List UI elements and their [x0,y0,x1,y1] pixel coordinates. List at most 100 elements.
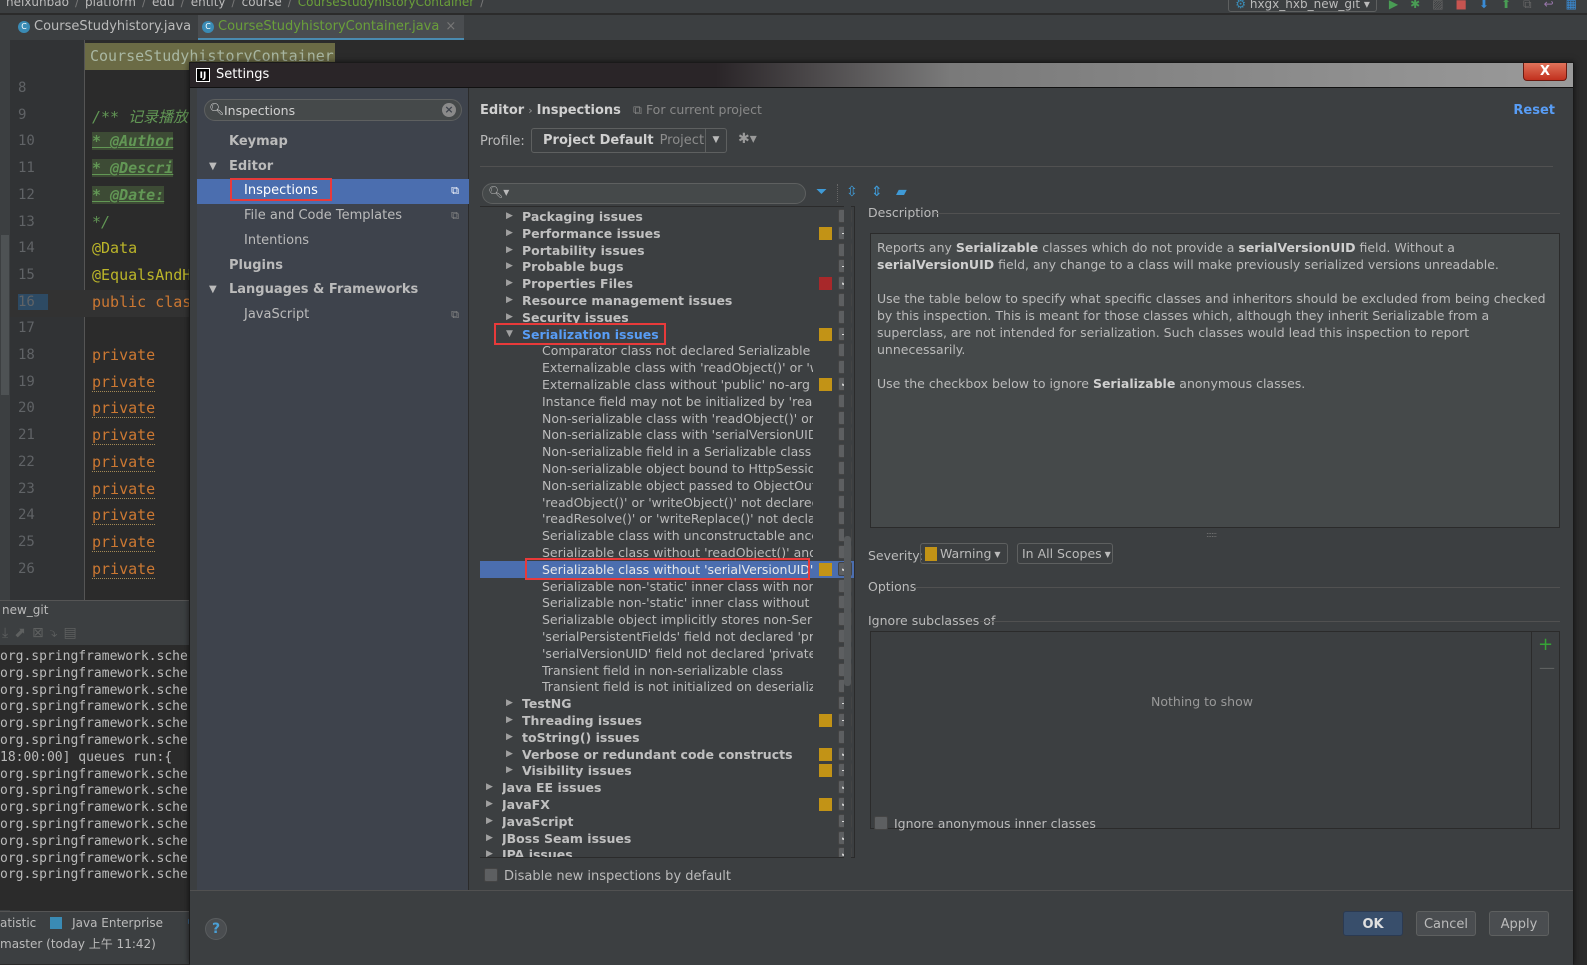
collapsed-arrow-icon[interactable]: ▶ [506,309,513,326]
sidebar-item-intentions[interactable]: Intentions [197,229,469,254]
tool-window-java-enterprise[interactable]: Java Enterprise [50,916,173,930]
sidebar-item-editor[interactable]: ▼ Editor [197,155,469,180]
breadcrumb-item[interactable]: platform [85,0,136,9]
coverage-icon[interactable]: ▨ [1432,0,1443,11]
tree-item[interactable]: Comparator class not declared Serializab… [480,342,854,359]
add-icon[interactable]: + [1538,634,1553,655]
editor-scrollbar[interactable] [1,235,9,395]
tree-item[interactable]: Non-serializable class with 'readObject(… [480,410,854,427]
tree-group[interactable]: ▶ Resource management issues [480,292,854,309]
tree-item[interactable]: 'readObject()' or 'writeObject()' not de… [480,494,854,511]
vcs-status[interactable]: master (today 上午 11:42) [0,937,156,951]
collapsed-arrow-icon[interactable]: ▶ [506,292,513,309]
cancel-button[interactable]: Cancel [1416,911,1476,936]
expand-all-icon[interactable]: ⇳ [846,184,858,200]
tree-item[interactable]: Non-serializable class with 'serialVersi… [480,426,854,443]
filter-funnel-icon[interactable]: ⏷ [816,184,827,200]
tool-window-statistic[interactable]: atistic [0,916,36,930]
tree-group[interactable]: ▶JavaFX✓ [480,796,854,813]
debug-icon[interactable]: ✱ [1410,0,1420,11]
help-button[interactable]: ? [205,918,227,940]
tree-item[interactable]: 'readResolve()' or 'writeReplace()' not … [480,510,854,527]
severity-dropdown[interactable]: Warning ▼ [920,543,1008,564]
stop-icon[interactable]: ■ [1456,0,1467,11]
tree-group[interactable]: ▶ TestNG [480,695,854,712]
collapsed-arrow-icon[interactable]: ▶ [486,846,493,857]
sidebar-item-javascript[interactable]: JavaScript ⧉ [197,303,469,328]
tree-group[interactable]: ▶Java EE issues✓ [480,779,854,796]
apply-button[interactable]: Apply [1489,911,1549,936]
layout-icon[interactable]: ▤ [64,625,83,641]
tree-item[interactable]: Externalizable class without 'public' no… [480,376,854,393]
breadcrumb-item[interactable]: edu [152,0,175,9]
breadcrumb-item[interactable]: heixunbao [6,0,69,9]
collapsed-arrow-icon[interactable]: ▶ [506,712,513,729]
sidebar-item-inspections[interactable]: Inspections ⧉ [197,179,469,205]
tree-item[interactable]: 'serialVersionUID' field not declared 'p… [480,645,854,662]
tree-item[interactable]: Non-serializable object passed to Object… [480,477,854,494]
tree-group[interactable]: ▶ Threading issues [480,712,854,729]
tree-item[interactable]: Non-serializable field in a Serializable… [480,443,854,460]
vcs-commit-icon[interactable]: ⬆ [1501,0,1511,11]
collapsed-arrow-icon[interactable]: ▶ [506,762,513,779]
editor-tab-coursestudyhistory[interactable]: C CourseStudyhistory.java× [14,15,216,40]
gear-icon[interactable]: ✱▾ [738,131,757,147]
dialog-titlebar[interactable]: IJ Settings X [190,63,1573,88]
sidebar-item-plugins[interactable]: Plugins [197,254,469,279]
tree-group[interactable]: ▶ Security issues [480,309,854,326]
sidebar-item-keymap[interactable]: Keymap [197,130,469,155]
collapsed-arrow-icon[interactable]: ▶ [506,746,513,763]
vcs-update-icon[interactable]: ⬇ [1479,0,1489,11]
collapsed-arrow-icon[interactable]: ▶ [486,813,493,830]
inspection-filter-input[interactable] [505,186,795,201]
expand-arrow-icon[interactable]: ▼ [209,278,217,302]
collapsed-arrow-icon[interactable]: ▶ [506,695,513,712]
tree-group[interactable]: ▶JBoss Seam issues✓ [480,830,854,847]
collapsed-arrow-icon[interactable]: ▶ [506,729,513,746]
tree-item[interactable]: Serializable non-'static' inner class wi… [480,594,854,611]
run-console-output[interactable]: org.springframework.sche org.springframew… [0,646,190,910]
tree-group[interactable]: ▶JPA issues✓ [480,846,854,857]
expand-arrow-icon[interactable]: ▼ [209,155,217,179]
vcs-revert-icon[interactable]: ↩ [1544,0,1554,11]
scope-dropdown[interactable]: In All Scopes ▼ [1017,543,1113,564]
tree-item[interactable]: Serializable class without 'serialVersio… [480,560,854,578]
collapsed-arrow-icon[interactable]: ▶ [506,242,513,259]
run-config-selector[interactable]: ⚙ hxgx_hxb_new_git ▾ [1228,0,1377,12]
splitter-handle[interactable]: :::::: [1206,530,1217,539]
tree-scrollbar-thumb[interactable] [844,536,851,686]
profile-dropdown[interactable]: Project Default Project ▼ [531,128,727,153]
close-button[interactable]: X [1523,63,1567,81]
collapse-all-icon[interactable]: ⇕ [871,184,883,200]
vcs-compare-icon[interactable]: ⧉ [1523,0,1532,12]
collapsed-arrow-icon[interactable]: ▶ [486,779,493,796]
sidebar-item-file-and-code-templates[interactable]: File and Code Templates ⧉ [197,204,469,229]
tree-item[interactable]: Instance field may not be initialized by… [480,393,854,410]
close-tab-icon[interactable]: × [445,19,456,34]
breadcrumb-item[interactable]: course [242,0,282,9]
sidebar-item-languages-frameworks[interactable]: ▼ Languages & Frameworks [197,278,469,303]
ignore-subclasses-table[interactable]: Nothing to show + — [870,631,1560,829]
tree-item[interactable]: Non-serializable object bound to HttpSes… [480,460,854,477]
tree-group[interactable]: ▶Properties Files✓ [480,275,854,292]
collapsed-arrow-icon[interactable]: ▶ [486,796,493,813]
tree-item[interactable]: Serializable non-'static' inner class wi… [480,578,854,595]
tree-item[interactable]: Transient field is not initialized on de… [480,678,854,695]
code-editor[interactable]: 8 9/** 记录播放 10 * @Author 11 * @Descri 12 * @… [10,40,200,600]
collapsed-arrow-icon[interactable]: ▶ [506,258,513,275]
tree-group[interactable]: ▶Verbose or redundant code constructs✓ [480,746,854,763]
collapsed-arrow-icon[interactable]: ▶ [506,275,513,292]
tree-item[interactable]: Transient field in non-serializable clas… [480,662,854,679]
collapsed-arrow-icon[interactable]: ▶ [506,208,513,225]
export-icon[interactable]: ⬈ [14,625,32,641]
disable-new-checkbox[interactable] [484,868,498,882]
project-structure-icon[interactable]: ▦ [1566,0,1577,11]
tree-group[interactable]: ▶ Visibility issues [480,762,854,779]
filter-icon[interactable]: ⤵ [50,625,64,641]
clear-icon[interactable]: ⊠ [32,625,50,641]
tree-item[interactable]: Serializable class with unconstructable … [480,527,854,544]
tree-item[interactable]: Externalizable class with 'readObject()'… [480,359,854,376]
tree-group[interactable]: ▶ Performance issues [480,225,854,242]
tree-group[interactable]: ▼ Serialization issues [480,326,854,343]
editor-tab-coursestudyhistorycontainer[interactable]: C CourseStudyhistoryContainer.java × [198,15,465,40]
